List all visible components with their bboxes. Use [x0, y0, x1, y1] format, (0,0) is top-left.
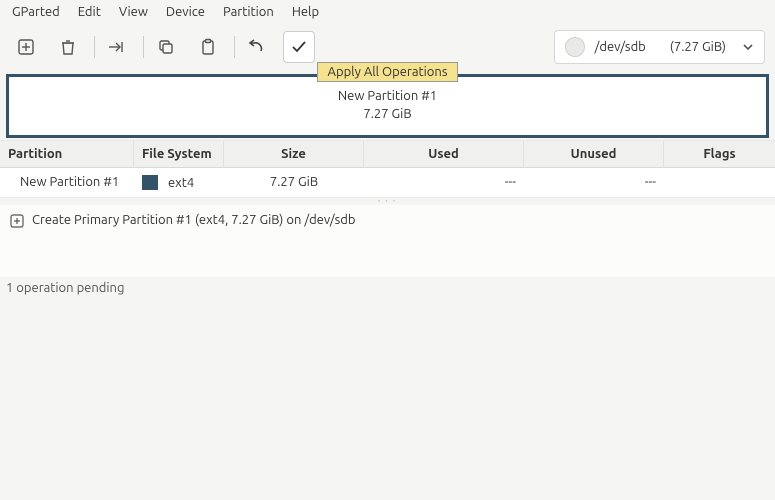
- diagram-partition-name: New Partition #1: [338, 88, 437, 106]
- separator: [234, 36, 235, 58]
- pane-resize-grip[interactable]: • • •: [0, 197, 775, 205]
- separator: [94, 36, 95, 58]
- undo-button[interactable]: [241, 31, 273, 63]
- col-used[interactable]: Used: [364, 140, 524, 168]
- cell-flags: [664, 173, 775, 192]
- table-body: New Partition #1 ext4 7.27 GiB --- ---: [0, 168, 775, 197]
- pending-operation-text[interactable]: Create Primary Partition #1 (ext4, 7.27 …: [32, 213, 355, 227]
- cell-size: 7.27 GiB: [224, 173, 364, 192]
- separator: [143, 36, 144, 58]
- apply-tooltip: Apply All Operations: [317, 62, 459, 82]
- partition-diagram-area: Apply All Operations New Partition #1 7.…: [0, 74, 775, 138]
- filesystem-label: ext4: [168, 176, 194, 190]
- menu-help[interactable]: Help: [292, 5, 319, 19]
- new-partition-button[interactable]: [10, 31, 42, 63]
- device-size: (7.27 GiB): [670, 40, 726, 54]
- menubar: GParted Edit View Device Partition Help: [0, 0, 775, 24]
- menu-gparted[interactable]: GParted: [12, 5, 60, 19]
- table-row[interactable]: New Partition #1 ext4 7.27 GiB --- ---: [0, 168, 775, 197]
- add-icon: [10, 214, 24, 228]
- cell-unused: ---: [524, 173, 664, 192]
- disk-icon: [565, 37, 585, 57]
- menu-edit[interactable]: Edit: [78, 5, 101, 19]
- col-flags[interactable]: Flags: [664, 140, 775, 168]
- cell-filesystem: ext4: [134, 173, 224, 192]
- col-unused[interactable]: Unused: [524, 140, 664, 168]
- chevron-down-icon: [742, 41, 754, 53]
- device-path: /dev/sdb: [595, 40, 646, 54]
- partition-diagram[interactable]: New Partition #1 7.27 GiB: [6, 74, 769, 138]
- filesystem-color-swatch: [142, 175, 158, 190]
- table-header: Partition File System Size Used Unused F…: [0, 140, 775, 168]
- device-selector[interactable]: /dev/sdb (7.27 GiB): [554, 30, 765, 64]
- copy-button[interactable]: [150, 31, 182, 63]
- status-bar: 1 operation pending: [0, 277, 775, 299]
- menu-device[interactable]: Device: [166, 5, 205, 19]
- pending-operations: Create Primary Partition #1 (ext4, 7.27 …: [0, 205, 775, 277]
- paste-button[interactable]: [192, 31, 224, 63]
- diagram-partition-size: 7.27 GiB: [363, 106, 411, 124]
- menu-view[interactable]: View: [119, 5, 148, 19]
- partition-table: Partition File System Size Used Unused F…: [0, 140, 775, 197]
- col-size[interactable]: Size: [224, 140, 364, 168]
- cell-used: ---: [364, 173, 524, 192]
- col-filesystem[interactable]: File System: [134, 140, 224, 168]
- col-partition[interactable]: Partition: [0, 140, 134, 168]
- resize-move-button[interactable]: [101, 31, 133, 63]
- delete-button[interactable]: [52, 31, 84, 63]
- apply-button[interactable]: [283, 31, 315, 63]
- cell-partition: New Partition #1: [0, 173, 134, 192]
- menu-partition[interactable]: Partition: [223, 5, 274, 19]
